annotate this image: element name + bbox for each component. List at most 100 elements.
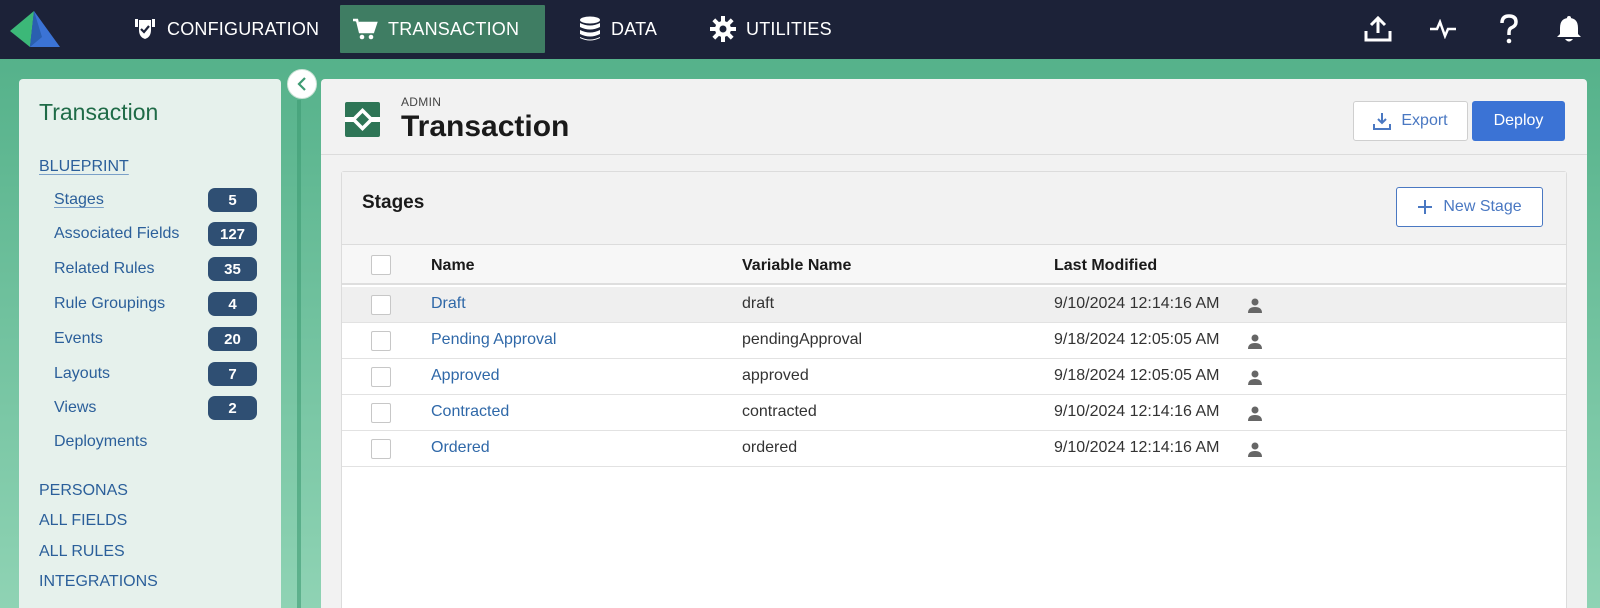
- sidebar-section-all-fields[interactable]: ALL FIELDS: [39, 512, 127, 530]
- stage-last-modified: 9/10/2024 12:14:16 AM: [1054, 295, 1220, 312]
- select-all-checkbox[interactable]: [371, 255, 391, 275]
- nav-transaction[interactable]: TRANSACTION: [340, 5, 545, 53]
- help-icon[interactable]: [1493, 13, 1525, 45]
- row-checkbox[interactable]: [371, 403, 391, 423]
- nav-data[interactable]: DATA: [567, 5, 669, 53]
- stage-last-modified: 9/18/2024 12:05:05 AM: [1054, 331, 1220, 348]
- nav-configuration-label: CONFIGURATION: [167, 18, 320, 39]
- count-badge: 7: [208, 362, 257, 386]
- nav-data-label: DATA: [611, 18, 658, 39]
- deploy-button[interactable]: Deploy: [1472, 101, 1565, 141]
- count-badge: 4: [208, 292, 257, 316]
- download-icon: [1373, 113, 1392, 130]
- sidebar-item-label: Layouts: [54, 365, 111, 382]
- transaction-diamond-icon: [345, 102, 380, 137]
- stage-last-modified: 9/10/2024 12:14:16 AM: [1054, 403, 1220, 420]
- upload-icon[interactable]: [1362, 13, 1394, 45]
- new-stage-button-label: New Stage: [1443, 198, 1522, 215]
- sidebar-item-associated-fields[interactable]: Associated Fields 127: [54, 222, 257, 246]
- export-button[interactable]: Export: [1353, 101, 1468, 141]
- nav-utilities-label: UTILITIES: [746, 18, 832, 39]
- shield-check-icon: [135, 19, 155, 39]
- activity-icon[interactable]: [1427, 13, 1459, 45]
- stage-variable-name: ordered: [742, 439, 798, 456]
- nav-utilities[interactable]: UTILITIES: [698, 5, 844, 53]
- gear-icon: [710, 16, 736, 42]
- count-badge: 5: [208, 188, 257, 212]
- bell-icon[interactable]: [1553, 13, 1585, 45]
- sidebar-item-label: Views: [54, 399, 97, 416]
- sidebar-item-label: Deployments: [54, 433, 148, 450]
- row-checkbox[interactable]: [371, 367, 391, 387]
- stages-title: Stages: [362, 192, 425, 213]
- row-checkbox[interactable]: [371, 331, 391, 351]
- chevron-left-icon: [297, 77, 306, 91]
- count-badge: 35: [208, 257, 257, 281]
- sidebar: Transaction BLUEPRINT Stages 5 Associate…: [19, 79, 281, 608]
- sidebar-section-blueprint[interactable]: BLUEPRINT: [39, 158, 129, 176]
- sidebar-item-deployments[interactable]: Deployments: [54, 430, 257, 454]
- table-row: Ordered ordered 9/10/2024 12:14:16 AM: [342, 431, 1566, 467]
- table-header-row: Name Variable Name Last Modified: [342, 245, 1566, 285]
- user-icon[interactable]: [1247, 369, 1263, 385]
- count-badge: 20: [208, 327, 257, 351]
- sidebar-item-events[interactable]: Events 20: [54, 327, 257, 351]
- stages-card-header: Stages New Stage: [342, 172, 1566, 245]
- column-header-last-modified[interactable]: Last Modified: [1054, 257, 1157, 275]
- sidebar-item-label: Related Rules: [54, 260, 155, 277]
- sidebar-item-label: Rule Groupings: [54, 295, 166, 312]
- row-checkbox[interactable]: [371, 295, 391, 315]
- count-badge: 127: [208, 222, 257, 246]
- stage-variable-name: approved: [742, 367, 809, 384]
- deploy-button-label: Deploy: [1493, 112, 1544, 129]
- sidebar-item-layouts[interactable]: Layouts 7: [54, 362, 257, 386]
- stage-name-link[interactable]: Ordered: [431, 439, 490, 457]
- plus-icon: [1418, 200, 1433, 214]
- table-row: Contracted contracted 9/10/2024 12:14:16…: [342, 395, 1566, 431]
- page-overline: ADMIN: [401, 95, 442, 109]
- stage-variable-name: contracted: [742, 403, 817, 420]
- page-header: ADMIN Transaction Export Deploy: [321, 79, 1587, 155]
- page-title: Transaction: [401, 110, 570, 143]
- column-header-name[interactable]: Name: [431, 257, 475, 275]
- stage-name-link[interactable]: Pending Approval: [431, 331, 556, 349]
- user-icon[interactable]: [1247, 441, 1263, 457]
- sidebar-item-views[interactable]: Views 2: [54, 396, 257, 420]
- sidebar-section-all-rules[interactable]: ALL RULES: [39, 543, 125, 561]
- column-header-variable-name[interactable]: Variable Name: [742, 257, 851, 275]
- shopping-cart-icon: [353, 18, 378, 40]
- stage-variable-name: draft: [742, 295, 775, 312]
- sidebar-resize-handle[interactable]: [297, 100, 301, 608]
- sidebar-title: Transaction: [39, 99, 159, 125]
- sidebar-item-related-rules[interactable]: Related Rules 35: [54, 257, 257, 281]
- stage-variable-name: pendingApproval: [742, 331, 863, 348]
- user-icon[interactable]: [1247, 405, 1263, 421]
- nav-transaction-label: TRANSACTION: [388, 18, 520, 39]
- stage-name-link[interactable]: Contracted: [431, 403, 509, 421]
- user-icon[interactable]: [1247, 297, 1263, 313]
- app-logo-icon[interactable]: [8, 7, 62, 51]
- table-row: Approved approved 9/18/2024 12:05:05 AM: [342, 359, 1566, 395]
- table-row: Pending Approval pendingApproval 9/18/20…: [342, 323, 1566, 359]
- sidebar-item-rule-groupings[interactable]: Rule Groupings 4: [54, 292, 257, 316]
- sidebar-item-label: Associated Fields: [54, 225, 180, 242]
- sidebar-item-stages[interactable]: Stages 5: [54, 188, 257, 212]
- sidebar-section-personas[interactable]: PERSONAS: [39, 482, 128, 500]
- stage-name-link[interactable]: Approved: [431, 367, 500, 385]
- sidebar-section-integrations[interactable]: INTEGRATIONS: [39, 573, 158, 591]
- stages-card: Stages New Stage Name Variable Name Last…: [341, 171, 1567, 608]
- top-navigation-bar: CONFIGURATION TRANSACTION DATA UTILITIES: [0, 0, 1600, 59]
- nav-configuration[interactable]: CONFIGURATION: [121, 5, 331, 53]
- stage-last-modified: 9/10/2024 12:14:16 AM: [1054, 439, 1220, 456]
- row-checkbox[interactable]: [371, 439, 391, 459]
- sidebar-item-label: Stages: [54, 191, 104, 208]
- sidebar-item-label: Events: [54, 330, 103, 347]
- main-panel: ADMIN Transaction Export Deploy Stages N…: [321, 79, 1587, 608]
- collapse-sidebar-button[interactable]: [287, 69, 317, 99]
- user-icon[interactable]: [1247, 333, 1263, 349]
- new-stage-button[interactable]: New Stage: [1396, 187, 1543, 227]
- stage-last-modified: 9/18/2024 12:05:05 AM: [1054, 367, 1220, 384]
- stage-name-link[interactable]: Draft: [431, 295, 466, 313]
- count-badge: 2: [208, 396, 257, 420]
- export-button-label: Export: [1401, 112, 1448, 129]
